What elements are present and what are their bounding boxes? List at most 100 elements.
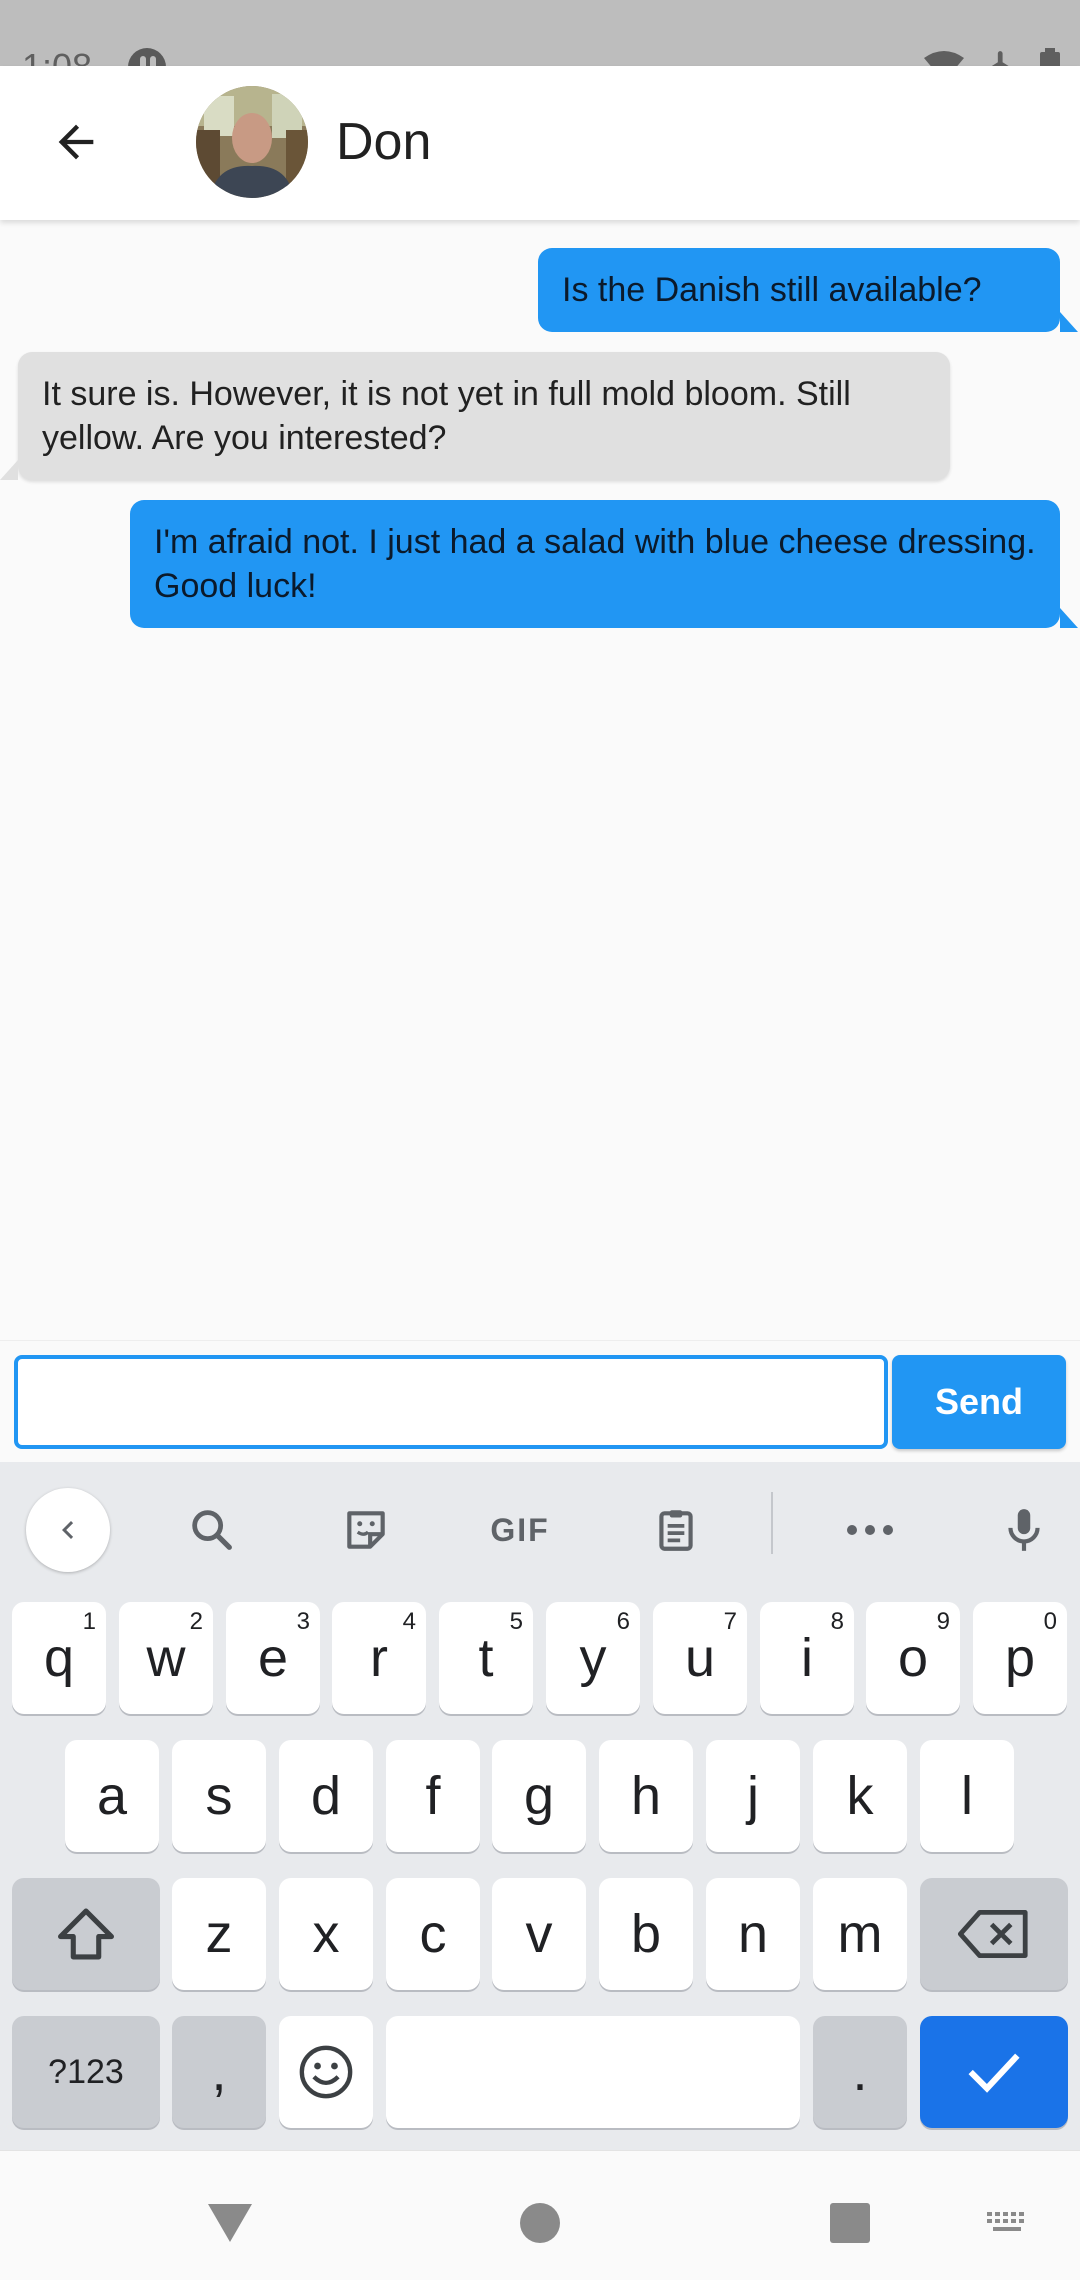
key-label: t <box>478 1628 494 1688</box>
sticker-icon <box>347 1511 385 1549</box>
sticker-button[interactable] <box>324 1488 408 1572</box>
key-r[interactable]: r4 <box>332 1602 426 1714</box>
key-g[interactable]: g <box>492 1740 586 1852</box>
key-label: n <box>737 1904 769 1964</box>
key-label: k <box>846 1766 874 1826</box>
key-label: b <box>630 1904 662 1964</box>
key-f[interactable]: f <box>386 1740 480 1852</box>
more-button[interactable] <box>828 1488 912 1572</box>
key-hint: 8 <box>830 1608 844 1635</box>
emoji-icon <box>299 2045 353 2099</box>
key-label: z <box>205 1904 233 1964</box>
key-label: x <box>312 1904 340 1964</box>
keyboard-switch-icon <box>987 2212 1024 2231</box>
incoming-message[interactable]: It sure is. However, it is not yet in fu… <box>0 352 950 480</box>
key-n[interactable]: n <box>706 1878 800 1990</box>
search-button[interactable] <box>170 1488 254 1572</box>
key-b[interactable]: b <box>599 1878 693 1990</box>
period-key[interactable]: . <box>813 2016 907 2128</box>
key-h[interactable]: h <box>599 1740 693 1852</box>
key-t[interactable]: t5 <box>439 1602 533 1714</box>
shift-icon <box>58 1908 114 1960</box>
key-label: f <box>425 1766 441 1826</box>
key-d[interactable]: d <box>279 1740 373 1852</box>
clipboard-button[interactable] <box>634 1488 718 1572</box>
key-z[interactable]: z <box>172 1878 266 1990</box>
checkmark-icon <box>968 2053 1020 2093</box>
key-i[interactable]: i8 <box>760 1602 854 1714</box>
key-s[interactable]: s <box>172 1740 266 1852</box>
keyboard-switch-button[interactable] <box>968 2183 1048 2263</box>
key-label: d <box>310 1766 342 1826</box>
key-k[interactable]: k <box>813 1740 907 1852</box>
key-label: g <box>523 1766 555 1826</box>
key-w[interactable]: w2 <box>119 1602 213 1714</box>
key-hint: 4 <box>402 1608 416 1635</box>
clipboard-icon <box>659 1510 693 1551</box>
nav-home-button[interactable] <box>500 2183 580 2263</box>
back-button[interactable] <box>44 110 108 174</box>
contact-name[interactable]: Don <box>336 112 431 172</box>
shift-key[interactable] <box>12 1878 160 1990</box>
enter-key[interactable] <box>920 2016 1068 2128</box>
key-label: o <box>897 1628 929 1688</box>
nav-back-button[interactable] <box>190 2183 270 2263</box>
key-hint: 6 <box>616 1608 630 1635</box>
key-label: y <box>579 1628 607 1688</box>
contact-avatar[interactable] <box>196 86 308 198</box>
key-c[interactable]: c <box>386 1878 480 1990</box>
key-q[interactable]: q1 <box>12 1602 106 1714</box>
key-l[interactable]: l <box>920 1740 1014 1852</box>
key-y[interactable]: y6 <box>546 1602 640 1714</box>
key-j[interactable]: j <box>706 1740 800 1852</box>
chat-thread[interactable]: Is the Danish still available? It sure i… <box>0 220 1080 1340</box>
voice-input-button[interactable] <box>982 1488 1066 1572</box>
key-x[interactable]: x <box>279 1878 373 1990</box>
key-label: h <box>630 1766 662 1826</box>
contact-avatar-photo <box>196 86 308 198</box>
message-text: I'm afraid not. I just had a salad with … <box>154 523 1036 605</box>
message-input[interactable] <box>14 1355 888 1449</box>
key-a[interactable]: a <box>65 1740 159 1852</box>
key-label: . <box>852 2042 868 2102</box>
key-hint: 9 <box>936 1608 950 1635</box>
gif-button[interactable]: GIF <box>478 1488 562 1572</box>
back-arrow-icon <box>58 124 94 160</box>
key-label: v <box>525 1904 553 1964</box>
message-composer: Send <box>0 1340 1080 1462</box>
key-hint: 5 <box>509 1608 523 1635</box>
key-hint: 2 <box>189 1608 203 1635</box>
bubble-tail <box>1060 608 1078 628</box>
collapse-toolbar-button[interactable] <box>26 1488 110 1572</box>
key-label: l <box>961 1766 973 1826</box>
key-hint: 7 <box>723 1608 737 1635</box>
send-button[interactable]: Send <box>892 1355 1066 1449</box>
keyboard-toolbar: GIF <box>0 1462 1080 1582</box>
nav-home-icon <box>520 2203 560 2243</box>
message-text: Is the Danish still available? <box>562 271 982 309</box>
key-o[interactable]: o9 <box>866 1602 960 1714</box>
collapse-icon <box>62 1521 74 1539</box>
key-label: e <box>257 1628 289 1688</box>
backspace-icon <box>958 1910 1028 1958</box>
key-label: s <box>205 1766 233 1826</box>
navigation-bar <box>0 2150 1080 2280</box>
outgoing-message[interactable]: I'm afraid not. I just had a salad with … <box>130 500 1078 628</box>
key-label: w <box>146 1628 186 1688</box>
app-bar: Don <box>0 66 1080 220</box>
space-key[interactable] <box>386 2016 800 2128</box>
key-label: m <box>837 1904 883 1964</box>
key-p[interactable]: p0 <box>973 1602 1067 1714</box>
outgoing-message[interactable]: Is the Danish still available? <box>538 248 1078 332</box>
key-u[interactable]: u7 <box>653 1602 747 1714</box>
nav-recents-icon <box>830 2203 870 2243</box>
comma-key[interactable]: , <box>172 2016 266 2128</box>
nav-recents-button[interactable] <box>810 2183 890 2263</box>
search-icon <box>192 1510 232 1550</box>
key-v[interactable]: v <box>492 1878 586 1990</box>
emoji-key[interactable] <box>279 2016 373 2128</box>
backspace-key[interactable] <box>920 1878 1068 1990</box>
key-e[interactable]: e3 <box>226 1602 320 1714</box>
key-m[interactable]: m <box>813 1878 907 1990</box>
symbols-key[interactable]: ?123 <box>12 2016 160 2128</box>
